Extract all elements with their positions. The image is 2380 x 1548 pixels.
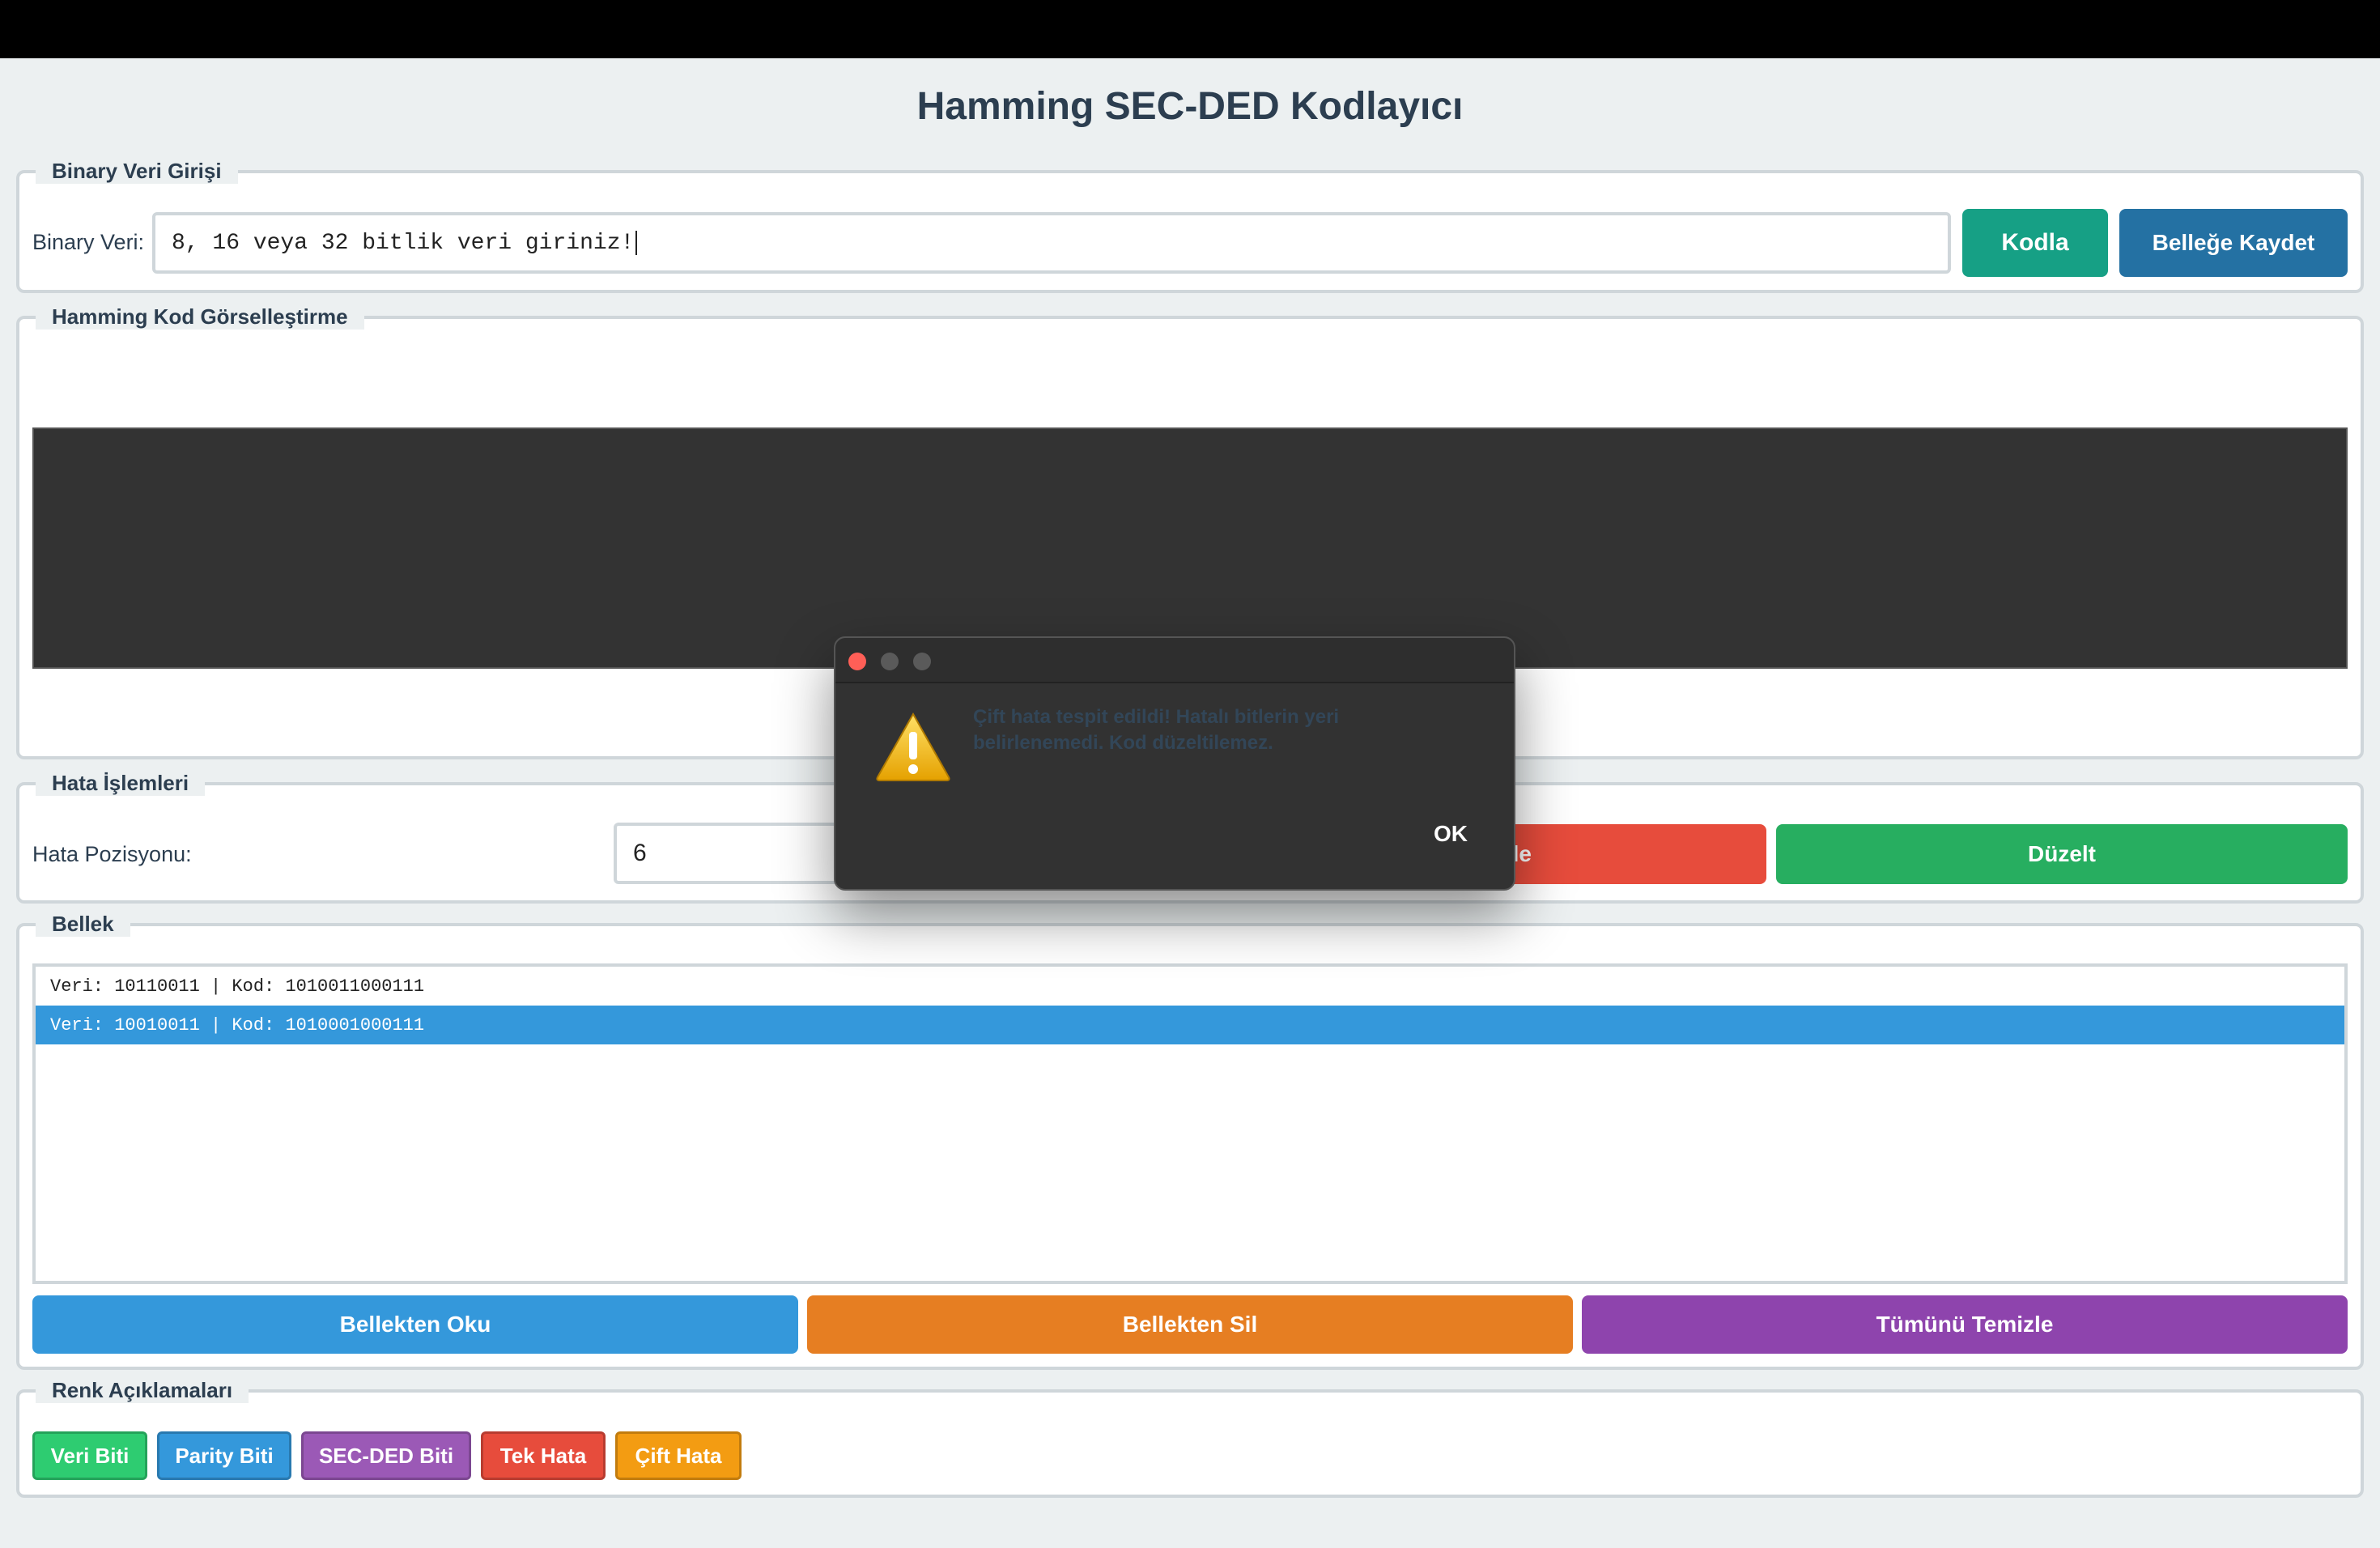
close-window-button[interactable]	[848, 653, 866, 670]
clear-all-button[interactable]: Tümünü Temizle	[1582, 1295, 2348, 1354]
add-error-button-label: le	[1512, 841, 1532, 866]
read-from-memory-button[interactable]: Bellekten Oku	[32, 1295, 798, 1354]
legend-chip-double-error: Çift Hata	[615, 1431, 742, 1480]
error-position-label: Hata Pozisyonu:	[32, 842, 192, 866]
save-to-memory-button[interactable]: Belleğe Kaydet	[2119, 209, 2348, 277]
error-position-value: 6	[633, 840, 647, 866]
window-top-bar	[0, 0, 2380, 58]
visualization-legend: Hamming Kod Görselleştirme	[36, 304, 364, 330]
legend-chip-data-bit: Veri Biti	[32, 1431, 147, 1480]
color-legend-legend: Renk Açıklamaları	[36, 1378, 249, 1403]
binary-input-legend: Binary Veri Girişi	[36, 159, 238, 184]
memory-list[interactable]: Veri: 10110011 | Kod: 1010011000111 Veri…	[32, 963, 2348, 1284]
memory-list-item-selected[interactable]: Veri: 10010011 | Kod: 1010001000111	[36, 1006, 2344, 1044]
binary-data-input[interactable]: 8, 16 veya 32 bitlik veri giriniz!	[152, 212, 1951, 274]
memory-item-text: Veri: 10010011 | Kod: 1010001000111	[50, 1014, 425, 1036]
encode-button[interactable]: Kodla	[1962, 209, 2108, 277]
maximize-window-button	[913, 653, 931, 670]
binary-data-label: Binary Veri:	[32, 230, 145, 254]
legend-chip-parity-bit: Parity Biti	[157, 1431, 291, 1480]
dialog-titlebar	[835, 638, 1514, 683]
error-operations-legend: Hata İşlemleri	[36, 771, 206, 796]
memory-list-item[interactable]: Veri: 10110011 | Kod: 1010011000111	[36, 967, 2344, 1006]
legend-chip-secded-bit: SEC-DED Biti	[301, 1431, 471, 1480]
memory-item-text: Veri: 10110011 | Kod: 1010011000111	[50, 976, 425, 997]
warning-icon	[876, 712, 950, 781]
memory-legend: Bellek	[36, 912, 130, 937]
text-cursor	[635, 231, 638, 255]
minimize-window-button	[881, 653, 899, 670]
fix-button[interactable]: Düzelt	[1776, 824, 2348, 884]
delete-from-memory-button[interactable]: Bellekten Sil	[807, 1295, 1573, 1354]
alert-dialog: Çift hata tespit edildi! Hatalı bitlerin…	[834, 636, 1515, 891]
dialog-ok-button[interactable]: OK	[1402, 810, 1499, 858]
legend-chip-single-error: Tek Hata	[481, 1431, 606, 1480]
page-title: Hamming SEC-DED Kodlayıcı	[916, 85, 1464, 128]
dialog-message: Çift hata tespit edildi! Hatalı bitlerin…	[973, 706, 1340, 754]
visualization-canvas	[32, 427, 2348, 669]
binary-data-input-value: 8, 16 veya 32 bitlik veri giriniz!	[172, 230, 635, 256]
